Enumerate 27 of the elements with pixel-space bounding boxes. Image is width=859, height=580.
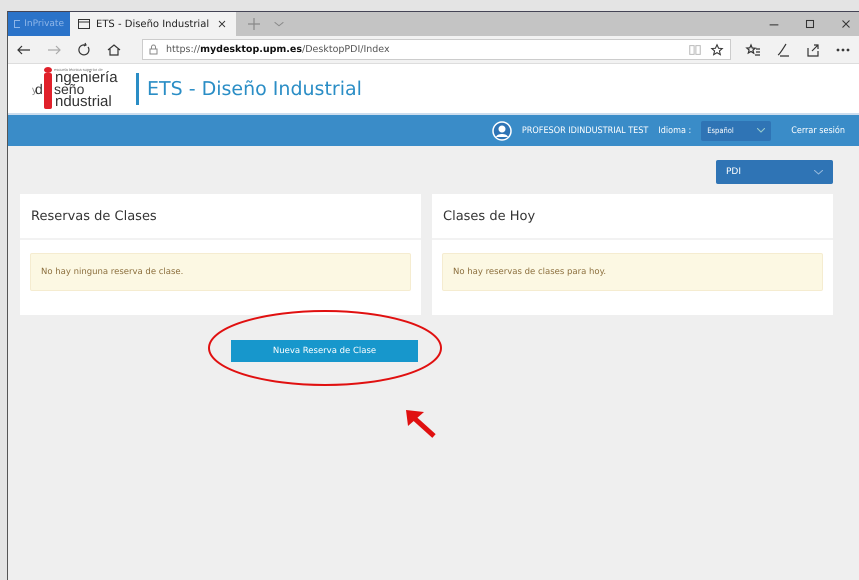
user-name: PROFESOR IDINDUSTRIAL TEST bbox=[522, 126, 648, 136]
role-select[interactable]: PDI bbox=[716, 160, 833, 184]
panel-title: Clases de Hoy bbox=[443, 208, 536, 224]
pen-icon[interactable] bbox=[775, 42, 791, 58]
favorites-icon[interactable] bbox=[745, 42, 761, 58]
share-icon[interactable] bbox=[805, 42, 821, 58]
language-label: Idioma : bbox=[658, 126, 692, 136]
private-label: InPrivate bbox=[24, 19, 64, 29]
chevron-down-icon bbox=[814, 170, 823, 174]
maximize-icon[interactable] bbox=[803, 17, 817, 31]
page-icon bbox=[78, 19, 90, 29]
chevron-down-icon bbox=[757, 128, 766, 133]
lock-icon bbox=[149, 44, 158, 55]
empty-alert: No hay reservas de clases para hoy. bbox=[442, 253, 823, 291]
new-booking-button[interactable]: Nueva Reserva de Clase bbox=[231, 340, 418, 362]
refresh-icon[interactable] bbox=[76, 42, 92, 58]
browser-tab[interactable]: ETS - Diseño Industrial bbox=[70, 12, 236, 36]
empty-alert: No hay ninguna reserva de clase. bbox=[30, 253, 411, 291]
panel-title: Reservas de Clases bbox=[31, 208, 157, 224]
arrow-annotation bbox=[406, 410, 436, 438]
site-title: ETS - Diseño Industrial bbox=[147, 78, 362, 100]
star-icon[interactable] bbox=[710, 42, 724, 56]
address-field[interactable]: https://mydesktop.upm.es/DesktopPDI/Index bbox=[142, 39, 731, 60]
user-avatar-icon bbox=[492, 120, 512, 140]
logout-link[interactable]: Cerrar sesión bbox=[791, 126, 845, 136]
close-icon[interactable] bbox=[216, 18, 228, 30]
home-icon[interactable] bbox=[106, 42, 122, 58]
